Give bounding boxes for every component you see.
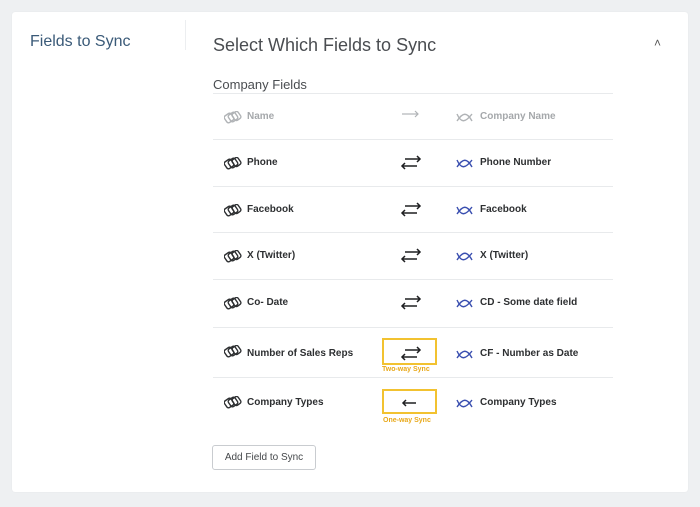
two-way-sync-highlight: [382, 338, 437, 365]
target-app-icon: [456, 113, 473, 122]
target-field-label: CD - Some date field: [480, 297, 578, 308]
source-field-label: Company Types: [247, 397, 324, 408]
sync-direction-two-way-icon[interactable]: [399, 152, 423, 172]
sync-direction-two-way-icon[interactable]: [399, 199, 423, 219]
source-field-label: Co- Date: [247, 297, 289, 308]
target-app-icon: [456, 399, 473, 408]
source-field-label: Facebook: [247, 204, 294, 215]
target-field-label: X (Twitter): [480, 250, 529, 261]
target-field-label: Company Name: [480, 111, 556, 122]
company-fields-heading: Company Fields: [213, 77, 307, 92]
sync-direction-one-way-right-icon[interactable]: [399, 106, 423, 126]
one-way-sync-label: One-way Sync: [383, 417, 431, 424]
source-field-label: Phone: [247, 157, 278, 168]
field-row-twitter[interactable]: X (Twitter) X (Twitter): [213, 232, 613, 279]
source-field-label: Number of Sales Reps: [247, 348, 354, 359]
source-app-icon: [224, 204, 242, 217]
section-divider: [185, 20, 186, 50]
source-app-icon: [224, 297, 242, 310]
source-field-label: Name: [247, 111, 275, 122]
two-way-sync-label: Two-way Sync: [382, 366, 430, 373]
source-app-icon: [224, 157, 242, 170]
target-field-label: Company Types: [480, 397, 557, 408]
fields-to-sync-heading: Fields to Sync: [30, 33, 131, 50]
source-app-icon: [224, 111, 242, 124]
field-row-facebook[interactable]: Facebook Facebook: [213, 186, 613, 233]
source-app-icon: [224, 345, 242, 358]
one-way-sync-highlight: [382, 389, 437, 414]
sync-direction-two-way-icon[interactable]: [399, 245, 423, 265]
source-field-label: X (Twitter): [247, 250, 296, 261]
target-app-icon: [456, 206, 473, 215]
target-app-icon: [456, 159, 473, 168]
field-row-name[interactable]: Name Company Name: [213, 93, 613, 140]
source-app-icon: [224, 250, 242, 263]
source-app-icon: [224, 396, 242, 409]
target-field-label: CF - Number as Date: [480, 348, 579, 359]
field-row-phone[interactable]: Phone Phone Number: [213, 139, 613, 186]
target-app-icon: [456, 299, 473, 308]
target-field-label: Phone Number: [480, 157, 552, 168]
target-app-icon: [456, 350, 473, 359]
add-field-button[interactable]: Add Field to Sync: [212, 445, 316, 470]
target-field-label: Facebook: [480, 204, 527, 215]
target-app-icon: [456, 252, 473, 261]
page-title: Select Which Fields to Sync: [213, 35, 437, 55]
collapse-chevron-icon[interactable]: ˄: [654, 36, 661, 50]
sync-direction-two-way-icon[interactable]: [399, 292, 423, 312]
field-row-co-date[interactable]: Co- Date CD - Some date field: [213, 279, 613, 326]
